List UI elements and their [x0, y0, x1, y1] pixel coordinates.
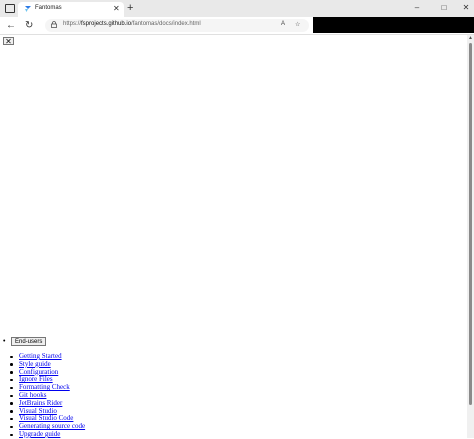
read-aloud-icon[interactable]: A [281, 21, 285, 27]
workspace-icon[interactable] [5, 4, 15, 13]
fantomas-favicon-icon [25, 6, 31, 12]
style-guide-link[interactable]: Style guide [19, 360, 51, 368]
back-icon[interactable]: ← [6, 19, 16, 32]
url-text[interactable]: https://fsprojects.github.io/fantomas/do… [63, 21, 201, 27]
vertical-scrollbar[interactable]: ▲ [467, 35, 474, 438]
address-bar[interactable]: https://fsprojects.github.io/fantomas/do… [45, 19, 309, 32]
redacted-region [313, 17, 474, 33]
upgrade-guide-link[interactable]: Upgrade guide [19, 430, 60, 438]
visual-studio-code-link[interactable]: Visual Studio Code [19, 414, 73, 422]
minimize-icon[interactable]: – [410, 1, 424, 15]
title-bar: Fantomas ✕ + – □ ✕ [0, 0, 474, 17]
jetbrains-rider-link[interactable]: JetBrains Rider [19, 399, 62, 407]
configuration-link[interactable]: Configuration [19, 368, 58, 376]
browser-tab[interactable]: Fantomas ✕ [18, 2, 124, 17]
refresh-icon[interactable]: ↻ [25, 19, 33, 32]
maximize-icon[interactable]: □ [437, 1, 451, 15]
lock-icon [51, 21, 57, 28]
favorite-icon[interactable]: ☆ [295, 21, 300, 28]
visual-studio-link[interactable]: Visual Studio [19, 407, 57, 415]
formatting-check-link[interactable]: Formatting Check [19, 383, 70, 391]
scroll-up-icon[interactable]: ▲ [468, 35, 473, 41]
new-tab-icon[interactable]: + [127, 1, 133, 15]
scroll-thumb[interactable] [469, 43, 472, 405]
tab-close-icon[interactable]: ✕ [113, 3, 120, 15]
end-users-link-list: Getting Started Style guide Configuratio… [8, 352, 85, 439]
ignore-files-link[interactable]: Ignore Files [19, 375, 53, 383]
tab-title: Fantomas [35, 5, 62, 11]
list-bullet: • [3, 338, 6, 345]
close-menu-button[interactable]: ✕ [3, 37, 14, 46]
end-users-button[interactable]: End-users [11, 337, 47, 346]
getting-started-link[interactable]: Getting Started [19, 352, 62, 360]
git-hooks-link[interactable]: Git hooks [19, 391, 46, 399]
window-close-icon[interactable]: ✕ [459, 1, 473, 15]
generating-source-code-link[interactable]: Generating source code [19, 422, 85, 430]
